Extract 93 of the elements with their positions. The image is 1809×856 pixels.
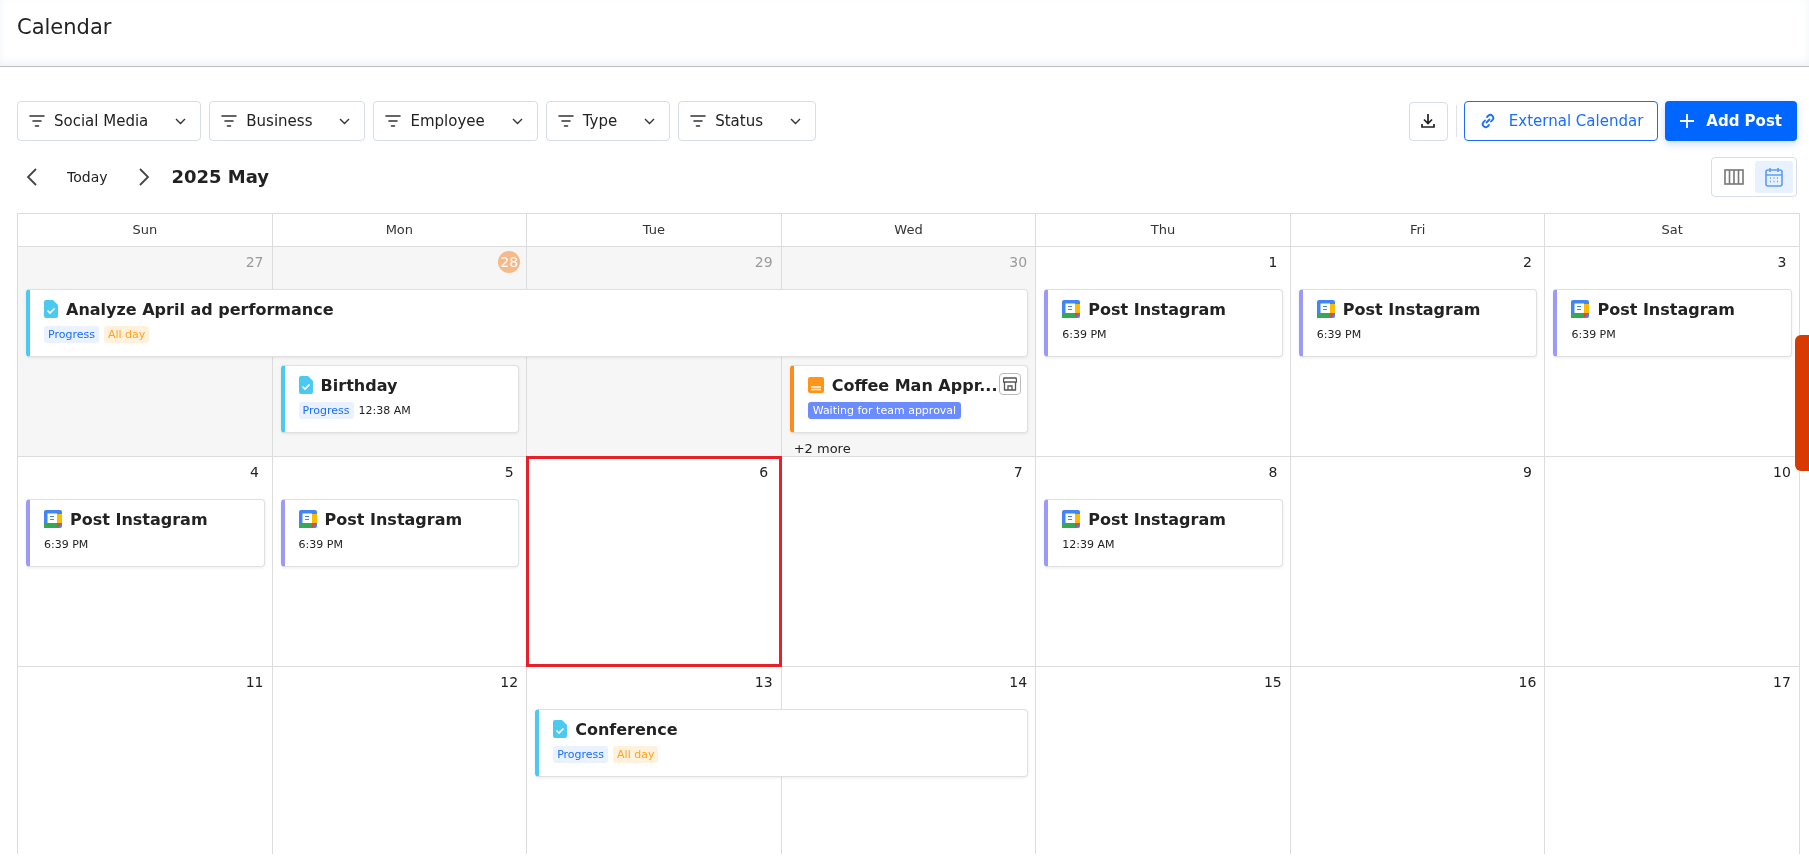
page-title: Calendar [17, 14, 113, 41]
event-title: Conference [575, 719, 678, 739]
day-number: 17 [1772, 673, 1792, 692]
all-day-tag: All day [613, 746, 659, 763]
event-title: Post Instagram [70, 509, 208, 529]
filter-dropdown[interactable]: Type [545, 101, 671, 141]
event-title: Post Instagram [324, 509, 463, 529]
calendar-app-icon [1062, 510, 1081, 528]
status-tag: Progress [553, 746, 609, 763]
chevron-down-icon [644, 117, 656, 125]
day-number: 13 [753, 673, 774, 692]
event-card[interactable]: Conference Progress All day [535, 709, 1029, 777]
event-title: Post Instagram [1088, 509, 1226, 529]
event-time: 6:39 PM [298, 537, 343, 553]
store-icon[interactable] [999, 373, 1022, 395]
event-time: 12:38 AM [358, 403, 411, 419]
current-month: 2025 May [171, 166, 270, 187]
day-number: 14 [1008, 673, 1029, 692]
chevron-down-icon [339, 117, 351, 125]
day-number: 28 [498, 251, 521, 273]
event-card[interactable]: Post Instagram 6:39 PM [26, 499, 265, 567]
calendar-app-icon [44, 510, 62, 528]
event-time: 6:39 PM [44, 537, 89, 553]
today-button[interactable]: Today [63, 164, 112, 189]
filter-icon [557, 115, 574, 127]
event-card[interactable]: Coffee Man Appr... Waiting for team approval [789, 365, 1029, 433]
event-time: 6:39 PM [1062, 327, 1107, 343]
day-number: 8 [1267, 463, 1279, 482]
document-check-icon [44, 300, 58, 318]
event-title: Post Instagram [1088, 299, 1226, 319]
calendar-app-icon [1316, 300, 1335, 318]
event-card[interactable]: Post Instagram 6:39 PM [1298, 289, 1538, 357]
filter-dropdown[interactable]: Status [678, 101, 816, 141]
day-number: 6 [758, 463, 770, 482]
document-check-icon [553, 720, 568, 738]
day-number: 15 [1262, 673, 1283, 692]
filter-icon [690, 115, 707, 127]
event-title: Birthday [320, 375, 398, 395]
filter-icon [385, 115, 402, 127]
calendar-app-icon [298, 510, 317, 528]
calendar-app-icon [1062, 300, 1081, 318]
chevron-down-icon [175, 117, 187, 125]
event-card[interactable]: Post Instagram 6:39 PM [1553, 289, 1792, 357]
event-card[interactable]: Post Instagram 6:39 PM [280, 499, 520, 567]
event-time: 12:39 AM [1062, 537, 1115, 553]
event-title: Post Instagram [1342, 299, 1481, 319]
day-number: 10 [1772, 463, 1792, 482]
plus-icon [1680, 114, 1695, 128]
day-number: 3 [1776, 253, 1788, 272]
approval-tag: Waiting for team approval [807, 402, 962, 419]
external-calendar-button[interactable]: External Calendar [1463, 101, 1659, 141]
chevron-left-icon[interactable] [26, 167, 38, 186]
filter-dropdown[interactable]: Employee [373, 101, 538, 141]
chevron-down-icon [790, 117, 801, 125]
event-card[interactable]: Post Instagram 6:39 PM [1044, 289, 1283, 357]
chevron-right-icon[interactable] [137, 167, 150, 186]
filter-icon [221, 115, 238, 127]
filter-dropdown[interactable]: Social Media [17, 101, 202, 141]
event-time: 6:39 PM [1316, 327, 1362, 343]
event-title: Coffee Man Appr... [831, 375, 998, 395]
day-number: 9 [1521, 463, 1533, 482]
day-number: 30 [1008, 253, 1029, 272]
event-time: 6:39 PM [1571, 327, 1616, 343]
day-number: 1 [1267, 253, 1279, 272]
day-number: 2 [1521, 253, 1533, 272]
day-number: 16 [1517, 673, 1538, 692]
more-events-link[interactable]: +2 more [793, 441, 851, 456]
all-day-tag: All day [103, 326, 150, 343]
list-icon [807, 377, 824, 393]
day-number: 12 [499, 673, 520, 692]
filter-dropdown[interactable]: Business [209, 101, 366, 141]
event-card[interactable]: Analyze April ad performance Progress All day [26, 289, 1029, 357]
calendar-icon [1765, 166, 1783, 187]
status-tag: Progress [44, 326, 99, 343]
event-card[interactable]: Post Instagram 12:39 AM [1044, 499, 1283, 567]
add-post-button[interactable]: Add Post [1665, 101, 1797, 141]
event-title: Analyze April ad performance [66, 299, 334, 319]
day-number: 5 [503, 463, 515, 482]
event-card[interactable]: Birthday Progress 12:38 AM [280, 365, 520, 433]
day-number: 29 [753, 253, 774, 272]
day-number: 7 [1012, 463, 1024, 482]
day-number: 27 [244, 253, 265, 272]
calendar-app-icon [1571, 300, 1590, 318]
day-number: 11 [244, 673, 265, 692]
download-icon [1420, 113, 1437, 129]
columns-icon [1724, 167, 1744, 186]
chevron-down-icon [511, 117, 523, 125]
event-title: Post Instagram [1597, 299, 1735, 319]
filter-icon [29, 115, 45, 127]
day-number: 4 [249, 463, 260, 482]
status-tag: Progress [298, 402, 354, 419]
document-check-icon [298, 376, 313, 394]
download-button[interactable] [1408, 101, 1448, 141]
